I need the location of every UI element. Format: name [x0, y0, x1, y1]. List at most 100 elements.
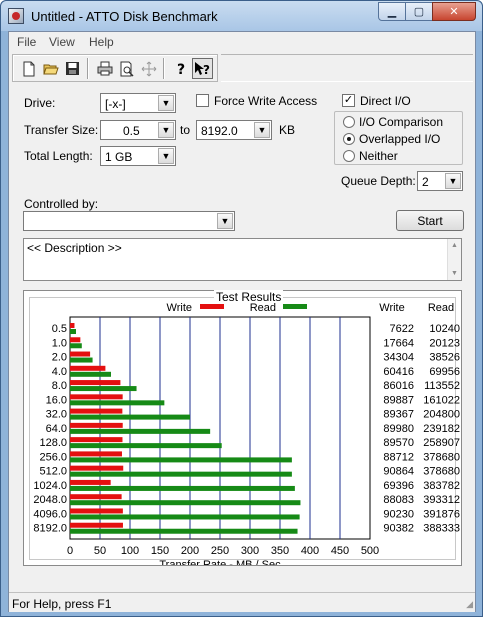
close-button[interactable]: ✕: [432, 2, 476, 21]
status-bar: For Help, press F1 ◢: [9, 592, 475, 612]
scroll-down-icon[interactable]: ▼: [451, 270, 458, 277]
maximize-button[interactable]: ▢: [405, 2, 433, 21]
start-button[interactable]: Start: [396, 210, 464, 231]
x-axis-label: Transfer Rate - MB / Sec: [159, 559, 281, 565]
open-icon: [42, 64, 59, 74]
write-bar: [70, 394, 123, 400]
neither-label: Neither: [359, 149, 398, 163]
legend-write-label: Write: [167, 302, 192, 314]
total-length-select[interactable]: 1 GB ▼: [100, 146, 176, 166]
io-comparison-radio[interactable]: [343, 116, 355, 128]
write-value: 90382: [383, 523, 414, 535]
y-tick-label: 32.0: [46, 409, 67, 421]
read-bar: [70, 528, 298, 534]
app-window: Untitled - ATTO Disk Benchmark ▁ ▢ ✕ Fil…: [0, 0, 483, 617]
y-tick-label: 1.0: [52, 337, 67, 349]
overlapped-io-radio[interactable]: [343, 133, 355, 145]
save-button[interactable]: [62, 58, 83, 79]
transfer-to-select[interactable]: 8192.0 ▼: [196, 120, 272, 140]
write-bar: [70, 351, 91, 357]
open-button[interactable]: [40, 58, 61, 79]
write-value: 60416: [383, 366, 414, 378]
x-tick-label: 450: [331, 545, 349, 557]
io-comparison-label: I/O Comparison: [359, 115, 444, 129]
chevron-down-icon[interactable]: ▼: [158, 95, 174, 111]
direct-io-checkbox[interactable]: ✓: [342, 94, 355, 107]
read-bar: [70, 343, 82, 349]
queue-depth-select[interactable]: 2 ▼: [417, 171, 463, 191]
x-tick-label: 50: [94, 545, 106, 557]
start-label: Start: [417, 213, 443, 228]
write-bar: [70, 479, 111, 485]
chevron-down-icon[interactable]: ▼: [254, 122, 270, 138]
new-button[interactable]: [18, 58, 39, 79]
resize-grip-icon[interactable]: ◢: [466, 599, 473, 610]
read-value: 378680: [423, 451, 460, 463]
help-button[interactable]: ?: [170, 58, 191, 79]
y-tick-label: 4096.0: [33, 508, 67, 520]
title-bar[interactable]: Untitled - ATTO Disk Benchmark ▁ ▢ ✕: [1, 1, 482, 31]
read-value: 204800: [423, 409, 460, 421]
y-tick-label: 1024.0: [33, 480, 67, 492]
write-bar: [70, 465, 124, 471]
write-bar: [70, 494, 122, 500]
read-bar: [70, 386, 137, 392]
force-write-label: Force Write Access: [214, 94, 318, 108]
y-tick-label: 512.0: [39, 466, 67, 478]
read-bar: [70, 457, 292, 463]
chevron-down-icon[interactable]: ▼: [217, 213, 233, 229]
write-value: 88083: [383, 494, 414, 506]
read-value: 10240: [429, 323, 460, 335]
description-text: << Description >>: [27, 241, 122, 255]
read-bar: [70, 329, 76, 334]
help-icon: ?: [177, 62, 185, 77]
x-tick-label: 350: [271, 545, 289, 557]
legend-read-swatch: [283, 304, 307, 309]
legend-read-label: Read: [250, 302, 276, 314]
new-icon: [23, 61, 34, 76]
description-box[interactable]: << Description >> ▲ ▼: [23, 238, 462, 281]
controlled-by-select[interactable]: ▼: [23, 211, 235, 231]
read-value: 38526: [429, 352, 460, 364]
menu-view[interactable]: View: [49, 35, 75, 49]
close-icon: ✕: [449, 6, 459, 18]
x-tick-label: 0: [67, 545, 73, 557]
app-icon[interactable]: [8, 8, 24, 24]
window-title: Untitled - ATTO Disk Benchmark: [31, 9, 218, 24]
minimize-button[interactable]: ▁: [378, 2, 406, 21]
read-value: 113552: [424, 380, 460, 392]
controlled-by-label: Controlled by:: [24, 197, 99, 211]
write-value: 17664: [383, 337, 414, 349]
read-bar: [70, 371, 111, 377]
print-button[interactable]: [94, 58, 115, 79]
chevron-down-icon[interactable]: ▼: [158, 148, 174, 164]
transfer-from-select[interactable]: 0.5 ▼: [100, 120, 176, 140]
neither-radio[interactable]: [343, 150, 355, 162]
y-tick-label: 16.0: [46, 394, 67, 406]
total-length-value: 1 GB: [105, 150, 133, 164]
write-value: 34304: [383, 352, 414, 364]
read-value: 161022: [423, 394, 460, 406]
read-bar: [70, 428, 211, 434]
scroll-up-icon[interactable]: ▲: [451, 242, 458, 249]
menu-file[interactable]: File: [17, 35, 36, 49]
print-preview-button[interactable]: [116, 58, 137, 79]
minimize-icon: ▁: [387, 6, 397, 18]
write-value: 86016: [383, 380, 414, 392]
write-bar: [70, 437, 123, 443]
context-help-icon: ?: [194, 61, 210, 77]
drive-select[interactable]: [-x-] ▼: [100, 93, 176, 113]
read-bar: [70, 500, 301, 506]
queue-depth-value: 2: [422, 175, 429, 189]
force-write-checkbox[interactable]: [196, 94, 209, 107]
description-scrollbar[interactable]: ▲ ▼: [447, 239, 461, 280]
context-help-button[interactable]: ?: [192, 58, 213, 79]
chevron-down-icon[interactable]: ▼: [445, 173, 461, 189]
write-value: 90230: [383, 508, 414, 520]
transfer-to-value: 8192.0: [201, 124, 238, 138]
x-tick-label: 500: [361, 545, 379, 557]
menu-help[interactable]: Help: [89, 35, 114, 49]
move-button[interactable]: [138, 58, 159, 79]
chevron-down-icon[interactable]: ▼: [158, 122, 174, 138]
write-bar: [70, 380, 121, 386]
